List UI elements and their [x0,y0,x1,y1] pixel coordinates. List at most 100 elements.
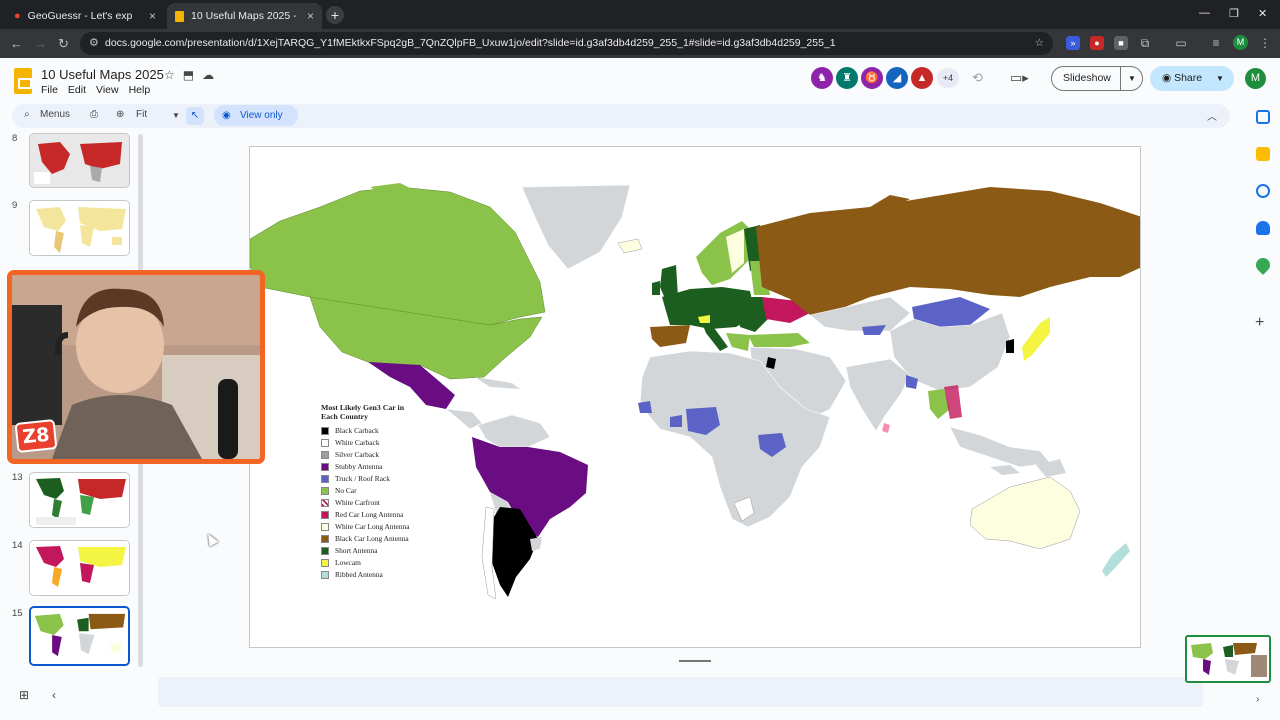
chevron-down-icon[interactable]: ▼ [172,111,180,120]
site-info-icon[interactable]: ⚙ [89,32,99,55]
extension-icon[interactable]: » [1066,36,1080,50]
menu-bar: File Edit View Help [41,84,150,96]
bookmark-star-icon[interactable]: ☆ [1035,32,1044,55]
collaborator-avatar[interactable]: ▲ [911,67,933,89]
restore-icon[interactable]: ❐ [1229,7,1239,20]
menu-help[interactable]: Help [129,84,151,96]
grid-view-icon[interactable]: ⊞ [19,688,29,702]
expand-panel-icon[interactable]: › [1256,694,1259,705]
more-collaborators-badge[interactable]: +4 [937,68,959,88]
calendar-icon[interactable] [1256,110,1270,124]
cloud-status-icon[interactable]: ☁ [202,68,214,82]
legend-label: Short Antenna [335,546,378,555]
slideshow-label: Slideshow [1063,72,1111,84]
collaborator-avatar[interactable]: ♞ [811,67,833,89]
zoom-select[interactable]: Fit [136,109,147,120]
forward-icon[interactable]: → [34,36,47,51]
legend-label: Silver Carback [335,450,380,459]
chevron-down-icon[interactable]: ▼ [1128,67,1136,90]
keep-icon[interactable] [1256,147,1270,161]
slides-logo-icon[interactable] [14,68,32,94]
share-label: Share [1174,72,1203,84]
legend-label: Lowcam [335,558,361,567]
close-tab-icon[interactable]: × [149,9,156,23]
speaker-notes[interactable] [158,677,1203,707]
legend-swatch [321,499,329,507]
maps-icon[interactable] [1253,255,1273,275]
zoom-icon[interactable]: ⊕ [116,109,124,120]
slide-thumbnail[interactable] [29,472,130,528]
slide-number: 13 [12,472,23,483]
extensions-puzzle-icon[interactable]: ⧉ [1138,36,1152,50]
select-cursor-icon[interactable]: ↖ [186,107,204,125]
share-button[interactable]: ◉ Share ▼ [1150,66,1234,91]
print-icon[interactable]: ⎙ [90,109,98,120]
tab-geoguessr[interactable]: ● GeoGuessr - Let's explore the w × [6,3,164,29]
collaborator-avatar[interactable]: ♜ [836,67,858,89]
menu-edit[interactable]: Edit [68,84,86,96]
tasks-icon[interactable] [1256,184,1270,198]
slide-thumbnail-selected[interactable] [29,606,130,666]
move-folder-icon[interactable]: ⬒ [183,68,194,82]
back-icon[interactable]: ← [10,36,23,51]
menus-search[interactable]: Menus [40,109,70,120]
legend-label: White Carback [335,438,380,447]
view-only-label: View only [240,110,283,121]
star-icon[interactable]: ☆ [164,68,175,82]
legend-item: Black Car Long Antenna [321,534,451,544]
collaborator-avatar[interactable]: ◢ [886,67,908,89]
slide-thumbnail[interactable] [29,540,130,596]
meet-camera-icon[interactable]: ▭▸ [1010,70,1029,86]
tab-slides[interactable]: 10 Useful Maps 2025 - Google × [167,3,322,29]
notes-resize-handle[interactable] [679,660,711,662]
slide-number: 8 [12,133,18,144]
extension-icon[interactable]: ■ [1114,36,1128,50]
legend-item: Stubby Antenna [321,462,451,472]
downloads-icon[interactable]: ≡ [1209,36,1223,50]
collapse-filmstrip-icon[interactable]: ‹ [52,688,56,702]
close-window-icon[interactable]: ✕ [1258,7,1267,20]
slide-canvas[interactable]: Most Likely Gen3 Car in Each Country Bla… [249,146,1141,648]
thumb-map [31,608,128,664]
reload-icon[interactable]: ↻ [58,36,69,52]
extension-icon[interactable]: ● [1090,36,1104,50]
contacts-icon[interactable] [1256,221,1270,235]
side-panel-icon[interactable]: ▭ [1174,36,1188,50]
close-tab-icon[interactable]: × [307,9,314,23]
minimize-icon[interactable]: — [1199,7,1210,19]
search-icon[interactable]: ⌕ [24,109,30,120]
slideshow-button[interactable]: Slideshow ▼ [1051,66,1143,91]
legend-swatch [321,427,329,435]
account-avatar[interactable]: M [1245,68,1266,89]
view-only-button[interactable]: ◉ View only [214,105,298,126]
menu-file[interactable]: File [41,84,58,96]
address-bar[interactable]: ⚙ docs.google.com/presentation/d/1XejTAR… [80,32,1053,55]
document-title[interactable]: 10 Useful Maps 2025 [41,67,164,82]
legend-item: Red Car Long Antenna [321,510,451,520]
legend-label: Truck / Roof Rack [335,474,390,483]
legend-item: Short Antenna [321,546,451,556]
legend-swatch [321,451,329,459]
legend-swatch [321,523,329,531]
collaborator-avatar[interactable]: ♉ [861,67,883,89]
history-icon[interactable]: ⟲ [972,70,983,86]
more-menu-icon[interactable]: ⋮ [1258,36,1272,50]
slide-thumbnail[interactable] [29,200,130,256]
legend-item: Truck / Roof Rack [321,474,451,484]
legend-item: Silver Carback [321,450,451,460]
new-tab-button[interactable]: + [326,6,344,24]
slide-thumbnail[interactable] [29,133,130,188]
legend-label: White Carfront [335,498,380,507]
legend-label: Stubby Antenna [335,462,383,471]
chevron-up-icon[interactable]: ︿ [1207,108,1217,123]
chevron-down-icon[interactable]: ▼ [1216,66,1224,91]
add-addon-icon[interactable]: + [1255,314,1264,332]
slides-header: 10 Useful Maps 2025 ☆ ⬒ ☁ File Edit View… [0,58,1280,104]
legend-item: Ribbed Antenna [321,570,451,580]
legend-swatch [321,439,329,447]
slide-minimap[interactable] [1185,635,1271,683]
url-text: docs.google.com/presentation/d/1XejTARQG… [105,37,836,49]
legend-item: Lowcam [321,558,451,568]
menu-view[interactable]: View [96,84,119,96]
profile-avatar[interactable]: M [1233,35,1248,50]
